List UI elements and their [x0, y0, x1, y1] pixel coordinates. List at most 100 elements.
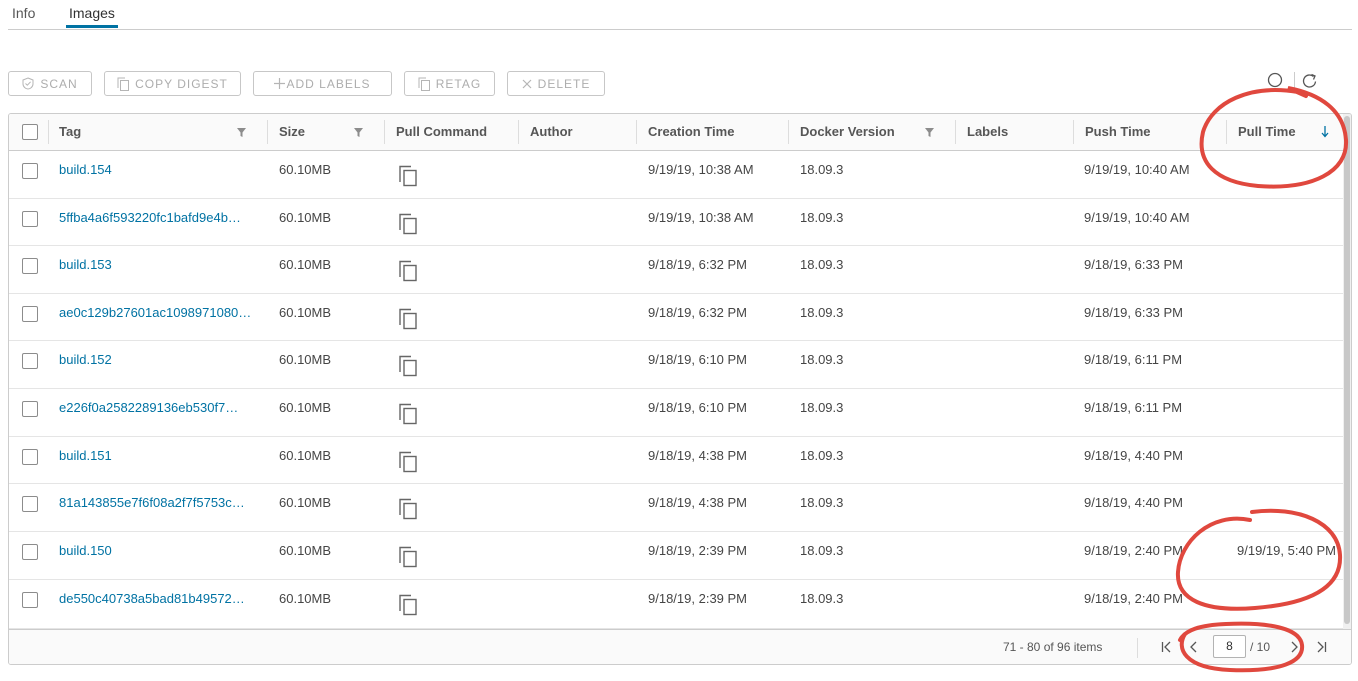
size-cell: 60.10MB	[279, 352, 332, 367]
tag-link[interactable]: build.152	[59, 352, 256, 367]
docker-version-cell: 18.09.3	[800, 257, 844, 272]
docker-version-cell: 18.09.3	[800, 162, 844, 177]
retag-button[interactable]: RETAG	[404, 71, 495, 96]
tag-link[interactable]: de550c40738a5bad81b49572…	[59, 591, 256, 606]
tab-images[interactable]: Images	[66, 5, 118, 28]
row-checkbox[interactable]	[22, 353, 38, 369]
current-page-input[interactable]: 8	[1213, 635, 1246, 658]
tag-link[interactable]: ae0c129b27601ac1098971080…	[59, 305, 256, 320]
row-checkbox[interactable]	[22, 544, 38, 560]
copy-icon[interactable]	[398, 594, 418, 616]
table-row[interactable]: de550c40738a5bad81b49572… 60.10MB 9/18/19,…	[9, 580, 1343, 629]
push-time-cell: 9/18/19, 2:40 PM	[1084, 543, 1184, 558]
row-checkbox[interactable]	[22, 306, 38, 322]
copy-icon[interactable]	[398, 498, 418, 520]
copy-icon[interactable]	[398, 403, 418, 425]
table-row[interactable]: 81a143855e7f6f08a2f7f5753c… 60.10MB 9/18/1…	[9, 484, 1343, 532]
filter-icon[interactable]	[237, 128, 246, 137]
grid-tools	[1266, 72, 1322, 92]
column-header-tag[interactable]: Tag	[48, 114, 81, 151]
row-checkbox[interactable]	[22, 592, 38, 608]
push-time-cell: 9/18/19, 2:40 PM	[1084, 591, 1184, 606]
scan-button[interactable]: SCAN	[8, 71, 92, 96]
tag-link[interactable]: 81a143855e7f6f08a2f7f5753c…	[59, 495, 256, 510]
push-time-cell: 9/19/19, 10:40 AM	[1084, 210, 1190, 225]
creation-time-cell: 9/18/19, 6:10 PM	[648, 400, 748, 415]
column-header-pull-command[interactable]: Pull Command	[385, 114, 487, 151]
delete-button[interactable]: DELETE	[507, 71, 605, 96]
copy-icon[interactable]	[398, 451, 418, 473]
size-cell: 60.10MB	[279, 162, 332, 177]
row-checkbox[interactable]	[22, 211, 38, 227]
images-datagrid: Tag Size Pull Command Author Creation Ti…	[8, 113, 1352, 665]
push-time-cell: 9/18/19, 4:40 PM	[1084, 495, 1184, 510]
creation-time-cell: 9/18/19, 2:39 PM	[648, 543, 748, 558]
row-checkbox[interactable]	[22, 401, 38, 417]
delete-label: DELETE	[537, 76, 591, 91]
filter-icon[interactable]	[354, 128, 363, 137]
creation-time-cell: 9/18/19, 4:38 PM	[648, 448, 748, 463]
creation-time-cell: 9/18/19, 6:10 PM	[648, 352, 748, 367]
refresh-icon[interactable]	[1301, 72, 1319, 90]
row-checkbox[interactable]	[22, 258, 38, 274]
size-cell: 60.10MB	[279, 448, 332, 463]
tag-link[interactable]: build.151	[59, 448, 256, 463]
tag-link[interactable]: build.154	[59, 162, 256, 177]
table-row[interactable]: build.154 60.10MB 9/19/19, 10:38 AM 18.09.3…	[9, 151, 1343, 199]
retag-label: RETAG	[435, 76, 482, 91]
push-time-cell: 9/19/19, 10:40 AM	[1084, 162, 1190, 177]
next-page-icon[interactable]	[1289, 641, 1299, 653]
tab-info[interactable]: Info	[12, 5, 35, 21]
row-checkbox[interactable]	[22, 496, 38, 512]
copy-icon[interactable]	[398, 213, 418, 235]
select-all-checkbox[interactable]	[22, 124, 38, 140]
close-icon	[522, 79, 532, 88]
tag-link[interactable]: build.153	[59, 257, 256, 272]
copy-icon[interactable]	[398, 260, 418, 282]
copy-digest-button[interactable]: COPY DIGEST	[104, 71, 241, 96]
push-time-cell: 9/18/19, 4:40 PM	[1084, 448, 1184, 463]
table-row[interactable]: build.151 60.10MB 9/18/19, 4:38 PM 18.09.3 9…	[9, 437, 1343, 484]
table-row[interactable]: build.150 60.10MB 9/18/19, 2:39 PM 18.09.3 9…	[9, 532, 1343, 580]
table-row[interactable]: build.153 60.10MB 9/18/19, 6:32 PM 18.09.3 9…	[9, 246, 1343, 294]
row-checkbox[interactable]	[22, 163, 38, 179]
push-time-cell: 9/18/19, 6:33 PM	[1084, 257, 1184, 272]
column-header-author[interactable]: Author	[519, 114, 573, 151]
tag-link[interactable]: build.150	[59, 543, 256, 558]
total-pages-text: / 10	[1250, 640, 1271, 654]
scan-label: SCAN	[40, 76, 78, 91]
search-icon[interactable]	[1266, 72, 1284, 90]
add-labels-button[interactable]: ADD LABELS	[253, 71, 392, 96]
copy-icon[interactable]	[398, 355, 418, 377]
copy-icon[interactable]	[398, 165, 418, 187]
previous-page-icon[interactable]	[1189, 641, 1199, 653]
column-header-size[interactable]: Size	[268, 114, 305, 151]
column-header-docker-version[interactable]: Docker Version	[789, 114, 895, 151]
table-row[interactable]: 5ffba4a6f593220fc1bafd9e4b… 60.10MB 9/19/1…	[9, 199, 1343, 246]
table-row[interactable]: build.152 60.10MB 9/18/19, 6:10 PM 18.09.3 9…	[9, 341, 1343, 389]
tag-link[interactable]: 5ffba4a6f593220fc1bafd9e4b…	[59, 210, 256, 225]
plus-icon	[274, 78, 286, 89]
docker-version-cell: 18.09.3	[800, 543, 844, 558]
last-page-icon[interactable]	[1315, 641, 1327, 653]
table-row[interactable]: ae0c129b27601ac1098971080… 60.10MB 9/18/19…	[9, 294, 1343, 341]
table-row[interactable]: e226f0a2582289136eb530f7… 60.10MB 9/18/19,…	[9, 389, 1343, 437]
docker-version-cell: 18.09.3	[800, 352, 844, 367]
tag-link[interactable]: e226f0a2582289136eb530f7…	[59, 400, 256, 415]
copy-icon[interactable]	[398, 308, 418, 330]
column-header-creation-time[interactable]: Creation Time	[637, 114, 734, 151]
grid-footer: 71 - 80 of 96 items 8 / 10	[9, 629, 1351, 664]
row-checkbox[interactable]	[22, 449, 38, 465]
vertical-scrollbar[interactable]	[1343, 114, 1351, 629]
sort-descending-icon[interactable]	[1321, 126, 1329, 138]
column-header-push-time[interactable]: Push Time	[1074, 114, 1151, 151]
docker-version-cell: 18.09.3	[800, 400, 844, 415]
add-labels-label: ADD LABELS	[286, 76, 371, 91]
column-header-labels[interactable]: Labels	[956, 114, 1008, 151]
column-header-pull-time[interactable]: Pull Time	[1227, 114, 1296, 151]
filter-icon[interactable]	[925, 128, 934, 137]
copy-icon[interactable]	[398, 546, 418, 568]
first-page-icon[interactable]	[1161, 641, 1173, 653]
size-cell: 60.10MB	[279, 495, 332, 510]
grid-header: Tag Size Pull Command Author Creation Ti…	[9, 114, 1343, 151]
